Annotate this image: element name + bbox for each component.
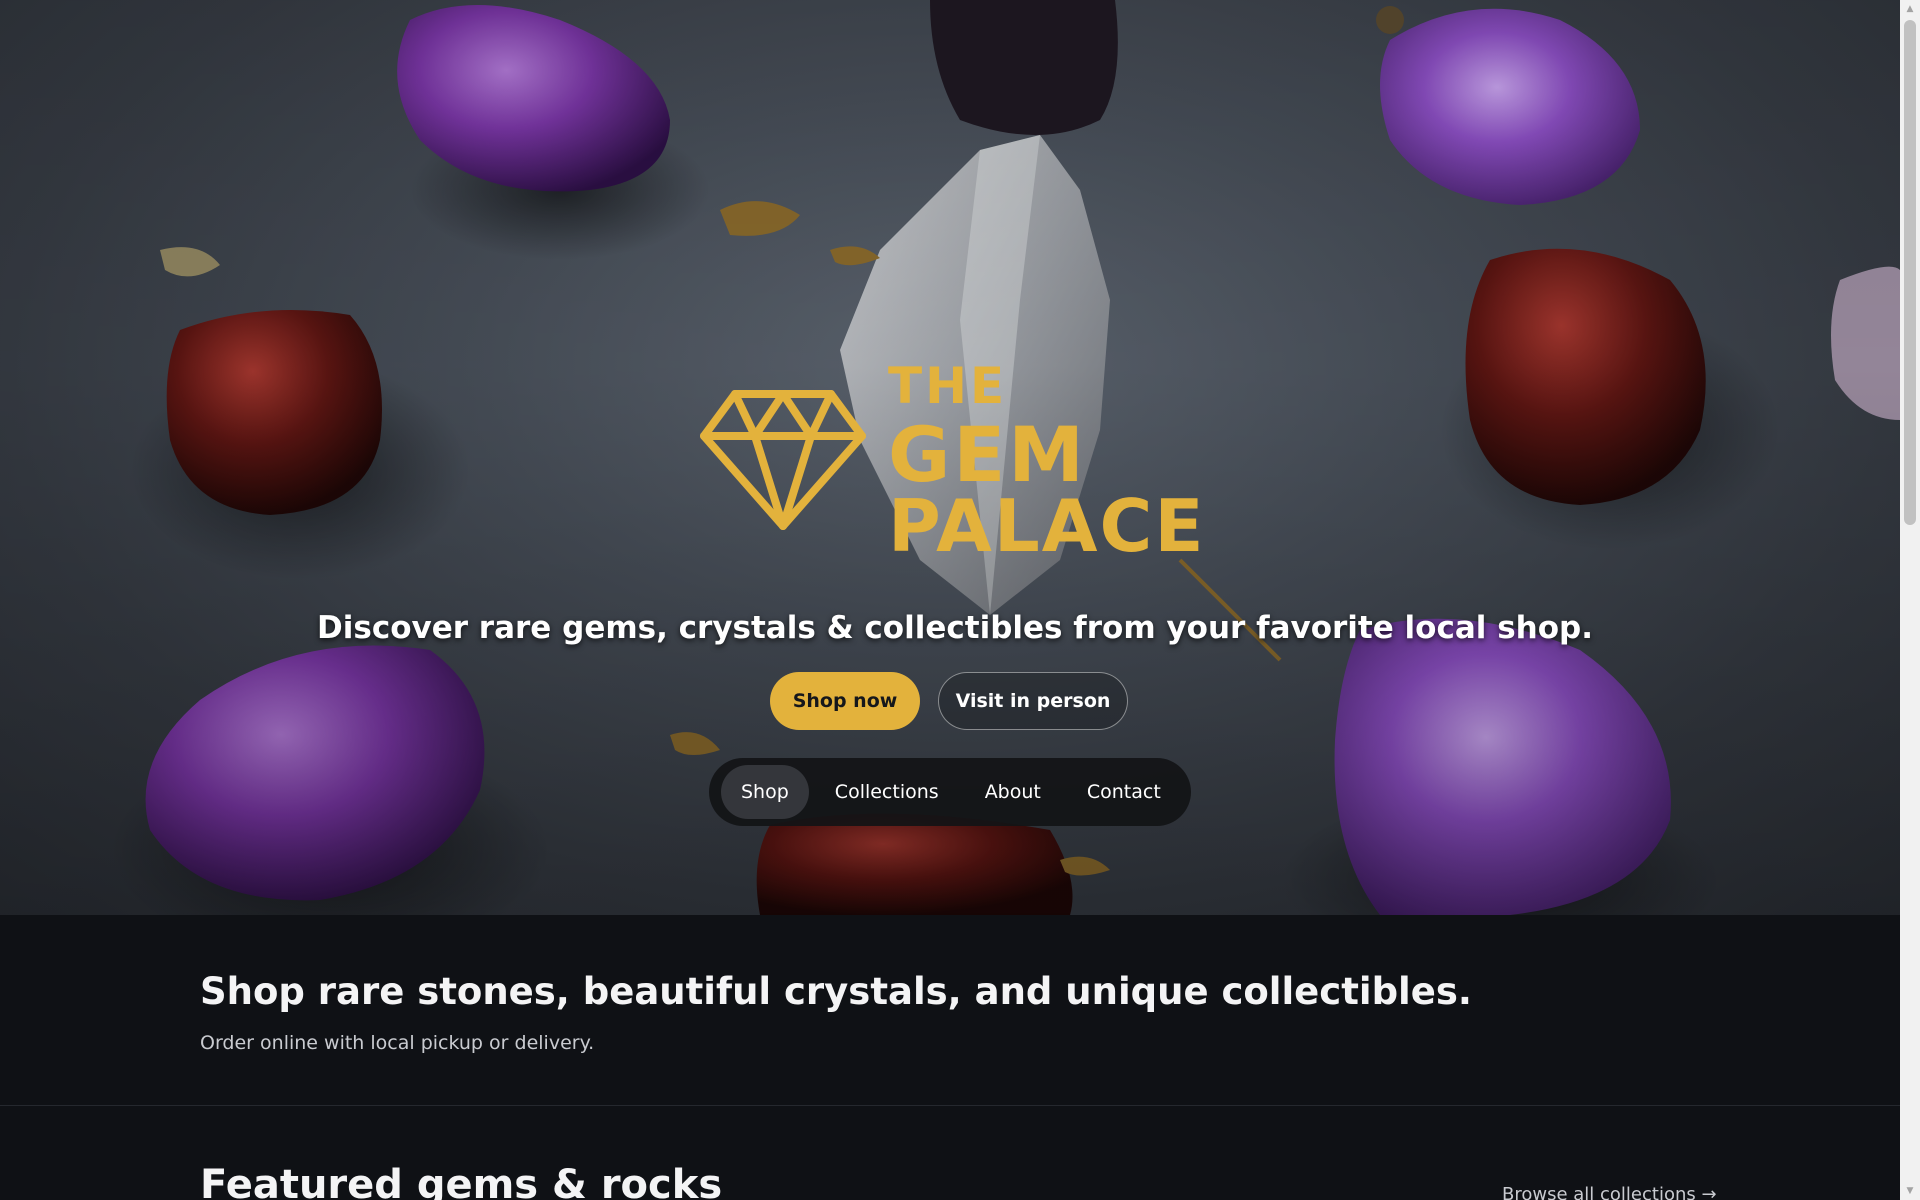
intro-section: Shop rare stones, beautiful crystals, an… bbox=[0, 915, 1900, 1106]
nav-item-about[interactable]: About bbox=[965, 765, 1061, 819]
scroll-down-arrow-icon[interactable]: ▼ bbox=[1900, 1182, 1920, 1200]
page: THE GEM PALACE Discover rare gems, cryst… bbox=[0, 0, 1920, 1200]
vertical-scrollbar[interactable]: ▲ ▼ bbox=[1900, 0, 1920, 1200]
scroll-up-arrow-icon[interactable]: ▲ bbox=[1900, 0, 1920, 18]
browse-all-collections-link[interactable]: Browse all collections → bbox=[1502, 1184, 1717, 1200]
logo-text-palace: PALACE bbox=[888, 484, 1206, 568]
featured-title: Featured gems & rocks bbox=[200, 1162, 723, 1200]
hero-tagline: Discover rare gems, crystals & collectib… bbox=[317, 610, 1593, 646]
nav-item-collections[interactable]: Collections bbox=[815, 765, 959, 819]
intro-subtitle: Order online with local pickup or delive… bbox=[200, 1032, 595, 1054]
shop-now-button[interactable]: Shop now bbox=[770, 672, 920, 730]
nav-item-shop[interactable]: Shop bbox=[721, 765, 809, 819]
hero-section: THE GEM PALACE Discover rare gems, cryst… bbox=[0, 0, 1900, 915]
logo-text-gem: GEM bbox=[888, 410, 1087, 499]
main-nav: Shop Collections About Contact bbox=[709, 758, 1191, 826]
diamond-icon bbox=[700, 390, 866, 530]
brand-logo[interactable]: THE GEM PALACE bbox=[700, 355, 1210, 565]
featured-section: Featured gems & rocks Browse all collect… bbox=[0, 1106, 1900, 1200]
visit-in-person-button[interactable]: Visit in person bbox=[938, 672, 1128, 730]
hero-cta-group: Shop now Visit in person bbox=[770, 672, 1128, 732]
scrollbar-thumb[interactable] bbox=[1904, 20, 1916, 525]
nav-item-contact[interactable]: Contact bbox=[1067, 765, 1181, 819]
logo-text-the: THE bbox=[888, 357, 1008, 415]
intro-title: Shop rare stones, beautiful crystals, an… bbox=[200, 970, 1472, 1013]
